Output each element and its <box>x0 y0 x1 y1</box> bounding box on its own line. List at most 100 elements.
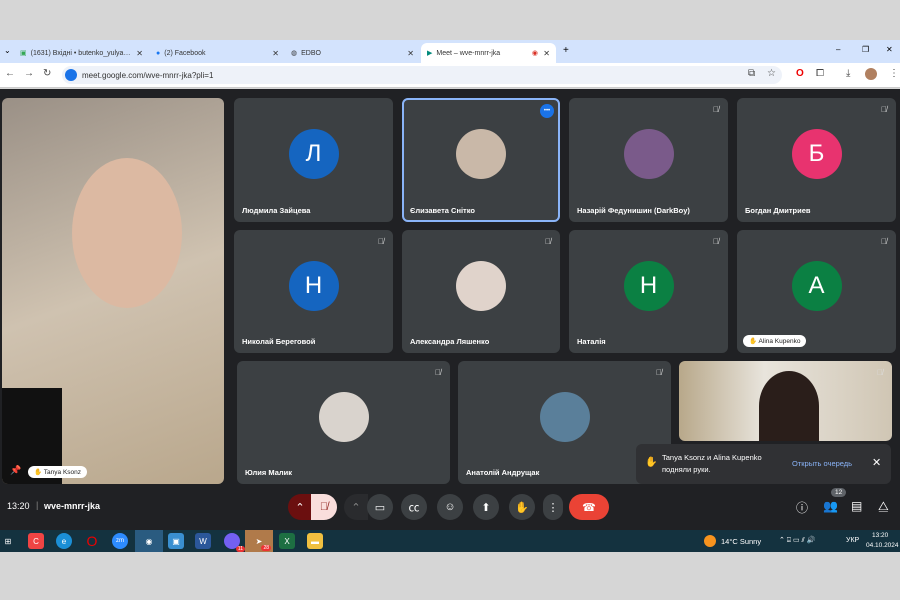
tab-facebook[interactable]: ● (2) Facebook ✕ <box>150 43 285 63</box>
telegram-icon[interactable]: ➤ 28 <box>245 530 273 552</box>
more-options-button[interactable]: ⋮ <box>543 494 563 520</box>
activities-icon[interactable]: ⧋ <box>878 499 889 514</box>
opera-icon[interactable]: O <box>84 533 100 549</box>
avatar-photo <box>539 391 590 442</box>
zoom-icon[interactable]: zm <box>112 533 128 549</box>
tab-label: (2) Facebook <box>164 49 206 57</box>
minimize-icon[interactable]: – <box>836 45 840 54</box>
avatar-photo <box>318 391 369 442</box>
close-tab-icon[interactable]: ✕ <box>272 49 279 58</box>
close-window-icon[interactable]: ✕ <box>886 45 893 54</box>
close-tab-icon[interactable]: ✕ <box>136 49 143 58</box>
participant-name: Николай Береговой <box>242 337 316 346</box>
forward-icon[interactable]: → <box>24 68 34 79</box>
participant-tile[interactable]: 🎙̸ Александра Ляшенко <box>402 230 560 353</box>
toast-text-line2: подняли руки. <box>662 465 711 474</box>
viber-icon[interactable]: 11 <box>224 533 245 552</box>
participant-name: Назарій Федунишин (DarkBoy) <box>577 206 690 215</box>
reactions-button[interactable]: ☺ <box>437 494 463 520</box>
participant-video <box>759 371 819 441</box>
weather-text[interactable]: 14°C Sunny <box>721 537 761 546</box>
extensions-icon[interactable]: ⧠ <box>816 68 824 79</box>
participant-tile[interactable]: A 🎙̸ ✋ Alina Kupenko <box>737 230 896 353</box>
camera-toggle-button[interactable]: ▭ <box>367 494 393 520</box>
tab-label: Meet – wve-mnrr-jka <box>436 49 501 57</box>
tab-gmail[interactable]: ▣ (1631) Вхідні • butenko_yulya… ✕ <box>14 43 149 63</box>
camera-options-button[interactable]: ⌃ <box>344 494 368 520</box>
participant-tile[interactable]: 🎙̸ Назарій Федунишин (DarkBoy) <box>569 98 728 222</box>
chrome-icon[interactable]: ◉ <box>135 530 163 552</box>
back-icon[interactable]: ← <box>5 68 15 79</box>
tab-edbo[interactable]: ◍ EDBO ✕ <box>285 43 420 63</box>
participant-tile[interactable]: Н 🎙̸ Николай Береговой <box>234 230 393 353</box>
present-button[interactable]: ⬆ <box>473 494 499 520</box>
file-explorer-icon[interactable]: ▬ <box>307 533 323 549</box>
url-text: meet.google.com/wve-mnrr-jka?pli=1 <box>82 70 214 80</box>
raised-hand-icon: ✋ <box>749 338 758 345</box>
more-options-icon[interactable]: ••• <box>540 104 554 118</box>
reload-icon[interactable]: ↻ <box>43 68 51 79</box>
avatar-photo <box>456 260 506 311</box>
facebook-icon: ● <box>156 49 161 57</box>
mic-options-button[interactable]: ⌃ <box>288 494 312 520</box>
meeting-info-icon[interactable]: ⓘ <box>796 499 808 516</box>
recording-icon: ◉ <box>531 50 538 57</box>
tab-meet[interactable]: ▶ Meet – wve-mnrr-jka ◉ ✕ <box>421 43 556 63</box>
close-tab-icon[interactable]: ✕ <box>543 49 550 58</box>
edge-icon[interactable]: e <box>56 533 72 549</box>
download-icon[interactable]: ⤓ <box>846 68 850 79</box>
avatar-photo <box>456 129 506 179</box>
clock-date[interactable]: 04.10.2024 <box>866 542 899 549</box>
present-screen-icon: ⬆ <box>481 501 491 514</box>
participant-tile[interactable]: Л Людмила Зайцева <box>234 98 393 222</box>
captions-button[interactable]: ㏄ <box>401 494 427 520</box>
participant-tile[interactable]: Б 🎙̸ Богдан Дмитриев <box>737 98 896 222</box>
avatar-initial: A <box>791 260 842 311</box>
site-info-icon[interactable] <box>65 69 77 81</box>
mic-muted-icon: 🎙̸ <box>877 368 883 377</box>
participant-tile[interactable]: 🎙̸ <box>679 361 892 441</box>
participant-name-pill: ✋ Alina Kupenko <box>743 335 807 347</box>
leave-call-button[interactable]: ☎ <box>569 494 609 520</box>
menu-icon[interactable]: ⋮ <box>889 68 899 79</box>
weather-sun-icon[interactable] <box>704 535 716 547</box>
excel-icon[interactable]: X <box>279 533 295 549</box>
system-tray-icons[interactable]: ⌃ ⌹ ▭ ⫽ 🔊 <box>779 536 815 545</box>
gmail-icon: ▣ <box>20 50 27 57</box>
close-tab-icon[interactable]: ✕ <box>407 49 414 58</box>
url-input[interactable]: meet.google.com/wve-mnrr-jka?pli=1 <box>62 66 782 84</box>
clock-time[interactable]: 13:20 <box>872 532 888 539</box>
hang-up-icon: ☎ <box>582 501 596 514</box>
people-icon[interactable]: 👥 <box>823 499 838 513</box>
participant-tile[interactable]: ••• Єлизавета Снітко <box>402 98 560 222</box>
photos-icon[interactable]: ▣ <box>168 533 184 549</box>
self-video-tile[interactable]: 📌 ✋ Tanya Ksonz <box>2 98 224 484</box>
install-icon[interactable]: ⧉ <box>748 68 755 79</box>
avatar-initial: Н <box>623 260 674 311</box>
participant-tile[interactable]: Н 🎙̸ Наталія <box>569 230 728 353</box>
word-icon[interactable]: W <box>195 533 211 549</box>
open-queue-link[interactable]: Открыть очередь <box>792 459 852 468</box>
language-indicator[interactable]: УКР <box>846 537 859 544</box>
mic-muted-icon: 🎙̸ <box>656 368 662 377</box>
pin-icon[interactable]: 📌 <box>10 465 21 476</box>
mic-toggle-button[interactable]: 🎙̸ <box>311 494 337 520</box>
participant-name: Юлия Малик <box>245 468 293 477</box>
tab-search-icon[interactable]: ⌄ <box>4 46 11 55</box>
close-toast-icon[interactable]: ✕ <box>872 456 881 469</box>
raise-hand-button[interactable]: ✋ <box>509 494 535 520</box>
mic-muted-icon: 🎙̸ <box>435 368 441 377</box>
participant-name: Alina Kupenko <box>758 338 801 345</box>
bookmark-star-icon[interactable]: ☆ <box>767 68 776 79</box>
participant-tile[interactable]: 🎙̸ Юлия Малик <box>237 361 450 484</box>
maximize-icon[interactable]: ❐ <box>862 45 869 54</box>
chat-icon[interactable]: ▤ <box>851 499 862 513</box>
new-tab-icon[interactable]: + <box>563 45 569 56</box>
self-name-pill: ✋ Tanya Ksonz <box>28 466 88 478</box>
self-video-face <box>72 158 182 308</box>
opera-extension-icon[interactable]: O <box>796 68 804 79</box>
ccleaner-icon[interactable]: C <box>28 533 44 549</box>
windows-start-icon[interactable]: ⊞ <box>0 533 16 549</box>
participant-count-badge: 12 <box>831 488 847 497</box>
profile-avatar[interactable] <box>865 68 877 80</box>
